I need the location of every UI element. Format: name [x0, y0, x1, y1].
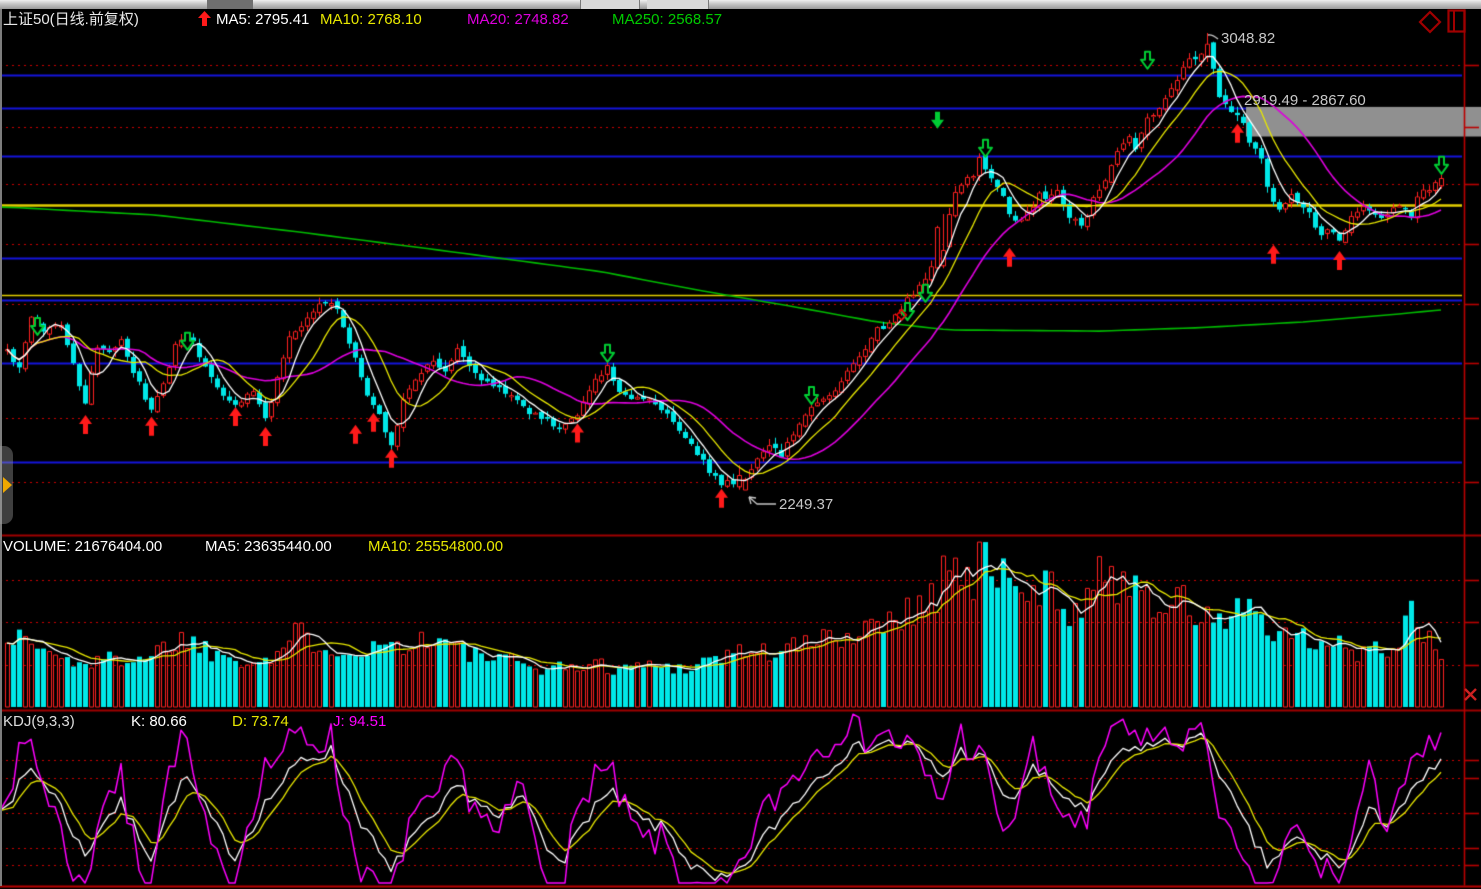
expand-triangle-icon	[3, 477, 12, 493]
gap-zone-annotation: 2919.49 - 2867.60	[1244, 92, 1366, 109]
kdj-d-label: D: 73.74	[232, 713, 289, 730]
ma10-value-label: MA10: 2768.10	[320, 11, 422, 28]
volume-value-label: VOLUME: 21676404.00	[3, 538, 162, 555]
sidebar-expander-handle[interactable]	[0, 446, 13, 524]
volume-ma5-label: MA5: 23635440.00	[205, 538, 332, 555]
tab-segment[interactable]	[207, 0, 253, 9]
tab-segment[interactable]	[647, 0, 709, 9]
kdj-k-label: K: 80.66	[131, 713, 187, 730]
diamond-tool-icon[interactable]	[1418, 10, 1442, 34]
split-window-icon[interactable]	[1447, 9, 1466, 34]
low-price-annotation: 2249.37	[779, 496, 833, 513]
chart-title: 上证50(日线.前复权)	[3, 11, 139, 28]
kdj-title-label: KDJ(9,3,3)	[3, 713, 75, 730]
ma250-value-label: MA250: 2568.57	[612, 11, 722, 28]
volume-ma10-label: MA10: 25554800.00	[368, 538, 503, 555]
ma20-value-label: MA20: 2748.82	[467, 11, 569, 28]
window-tabs-strip	[0, 0, 1481, 9]
peak-price-annotation: 3048.82	[1221, 30, 1275, 47]
chart-canvas[interactable]	[0, 0, 1481, 889]
tab-segment[interactable]	[580, 0, 640, 9]
ma5-value-label: MA5: 2795.41	[216, 11, 309, 28]
trading-app-window: 上证50(日线.前复权) MA5: 2795.41 MA10: 2768.10 …	[0, 0, 1481, 889]
close-icon[interactable]	[1462, 686, 1479, 703]
kdj-j-label: J: 94.51	[333, 713, 386, 730]
red-up-arrow-icon	[198, 11, 211, 26]
